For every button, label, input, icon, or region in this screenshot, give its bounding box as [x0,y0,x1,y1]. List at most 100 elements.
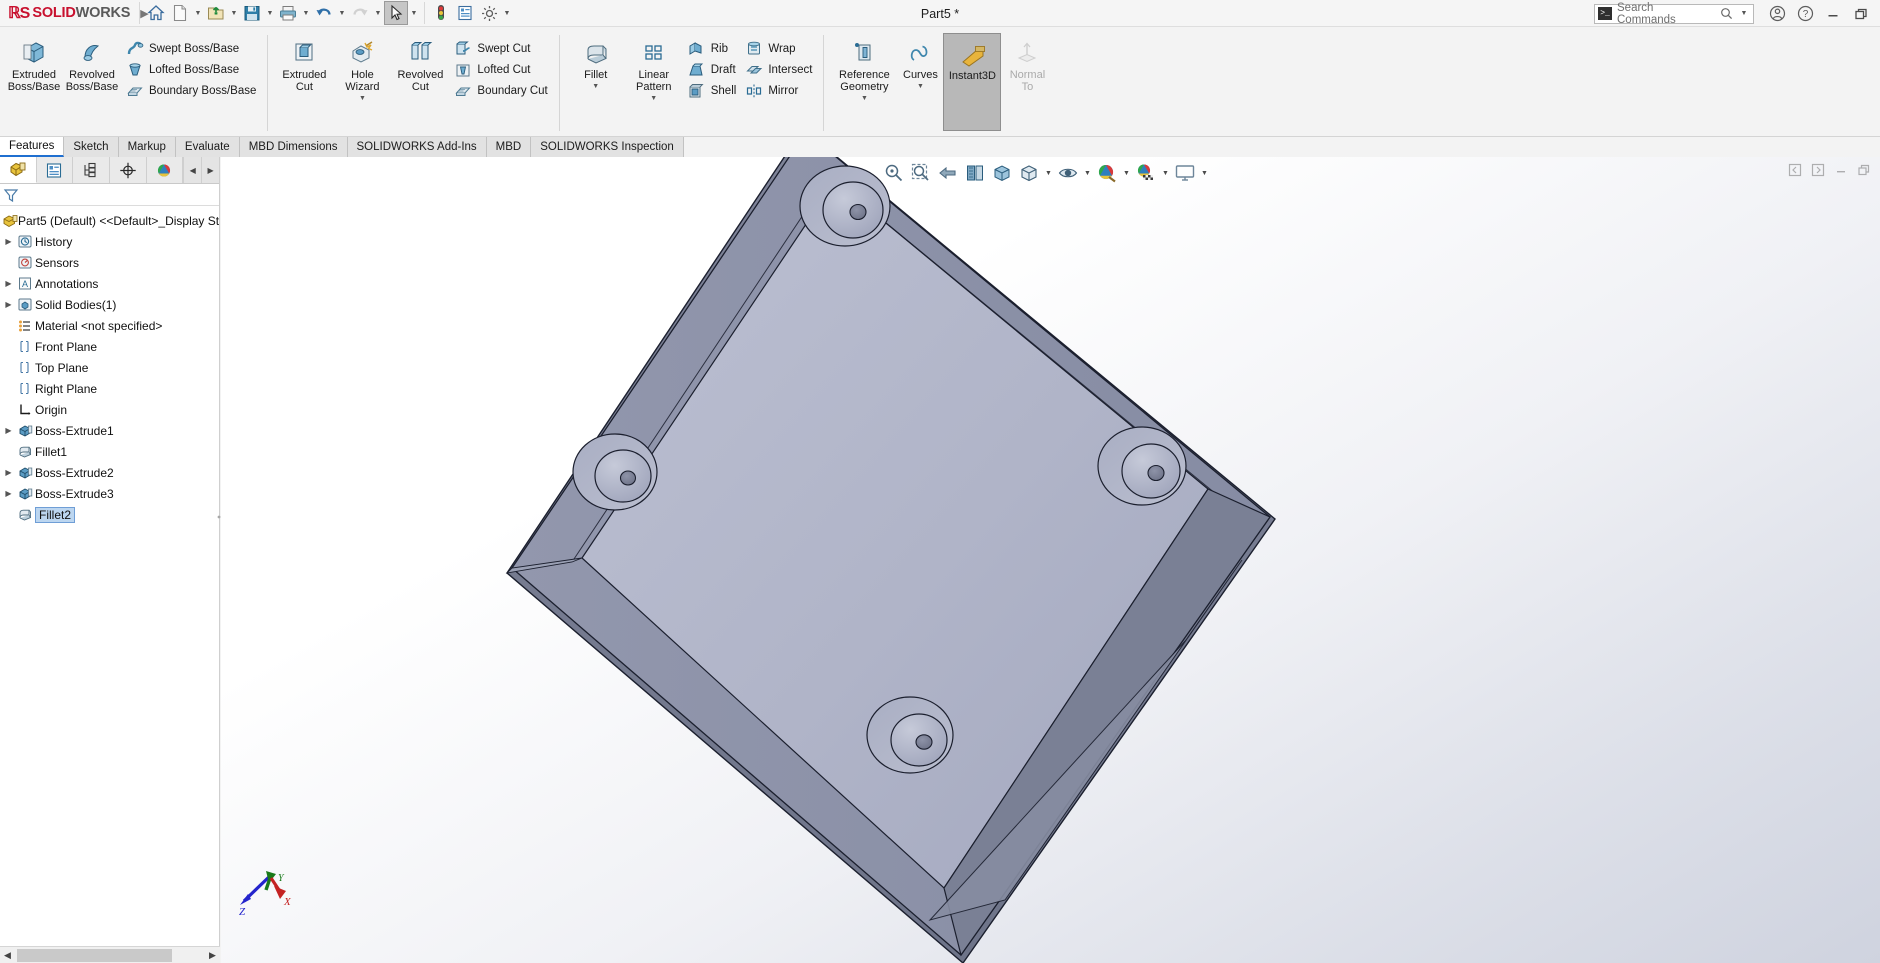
tab-mbd[interactable]: MBD [486,137,532,157]
tree-item-boss-extrude1[interactable]: ▶ Boss-Extrude1 [0,420,219,441]
document-restore-button[interactable] [1854,160,1874,180]
rib-button[interactable]: Rib [683,38,741,59]
save-icon[interactable] [240,1,264,25]
tree-item-history[interactable]: ▶ History [0,231,219,252]
previous-view-button[interactable] [935,160,961,186]
save-dropdown-icon[interactable]: ▼ [264,10,276,17]
print-dropdown-icon[interactable]: ▼ [300,10,312,17]
tree-item-solid-bodies[interactable]: ▶ Solid Bodies(1) [0,294,219,315]
document-next-button[interactable] [1808,160,1828,180]
panel-tab-prev-button[interactable]: ◀ [183,157,202,183]
tree-item-annotations[interactable]: ▶ A Annotations [0,273,219,294]
feature-manager-tab[interactable] [0,157,37,183]
open-folder-dropdown-icon[interactable]: ▼ [228,10,240,17]
reference-geometry-button[interactable]: Reference Geometry ▼ [831,33,897,102]
options-gear-icon[interactable] [477,1,501,25]
redo-dropdown-icon[interactable]: ▼ [372,10,384,17]
minimize-icon[interactable] [1820,2,1846,26]
mirror-button[interactable]: Mirror [740,80,816,101]
document-minimize-button[interactable] [1831,160,1851,180]
tab-sketch[interactable]: Sketch [64,137,119,157]
zoom-to-fit-button[interactable] [881,160,907,186]
reference-geometry-dropdown-icon[interactable]: ▼ [861,95,868,102]
undo-dropdown-icon[interactable]: ▼ [336,10,348,17]
lofted-boss-base-button[interactable]: Lofted Boss/Base [121,59,260,80]
tree-item-material[interactable]: Material <not specified> [0,315,219,336]
extruded-boss-base-button[interactable]: Extruded Boss/Base [5,33,63,93]
hide-show-dropdown-icon[interactable]: ▼ [1082,170,1093,177]
hide-show-items-button[interactable] [1055,160,1081,186]
tab-mbd-dimensions[interactable]: MBD Dimensions [239,137,348,157]
edit-appearance-button[interactable] [1094,160,1120,186]
open-folder-icon[interactable] [204,1,228,25]
select-cursor-icon[interactable] [384,1,408,25]
tree-item-fillet2[interactable]: Fillet2 [0,504,219,525]
select-dropdown-icon[interactable]: ▼ [408,10,420,17]
tree-expander-annotations[interactable]: ▶ [2,279,15,288]
model-3d-view[interactable] [221,157,1880,963]
tree-item-boss-extrude2[interactable]: ▶ Boss-Extrude2 [0,462,219,483]
tree-item-right-plane[interactable]: Right Plane [0,378,219,399]
tab-solidworks-add-ins[interactable]: SOLIDWORKS Add-Ins [347,137,487,157]
redo-icon[interactable] [348,1,372,25]
apply-scene-button[interactable] [1133,160,1159,186]
tree-item-boss-extrude3[interactable]: ▶ Boss-Extrude3 [0,483,219,504]
view-orientation-button[interactable] [989,160,1015,186]
display-style-dropdown-icon[interactable]: ▼ [1043,170,1054,177]
appearance-dropdown-icon[interactable]: ▼ [1121,170,1132,177]
boundary-cut-button[interactable]: Boundary Cut [449,80,551,101]
home-icon[interactable] [144,1,168,25]
fillet-dropdown-icon[interactable]: ▼ [592,83,599,90]
lofted-cut-button[interactable]: Lofted Cut [449,59,551,80]
linear-pattern-dropdown-icon[interactable]: ▼ [650,95,657,102]
configuration-manager-tab[interactable] [73,157,110,183]
undo-icon[interactable] [312,1,336,25]
tree-expander-boss-extrude3[interactable]: ▶ [2,489,15,498]
tree-expander-history[interactable]: ▶ [2,237,15,246]
boundary-boss-base-button[interactable]: Boundary Boss/Base [121,80,260,101]
scroll-track[interactable] [15,948,205,962]
tree-item-part-root[interactable]: Part5 (Default) <<Default>_Display Sta [0,210,219,231]
search-icon[interactable] [1720,7,1733,20]
options-dropdown-icon[interactable]: ▼ [501,10,513,17]
scroll-thumb[interactable] [17,948,172,962]
normal-to-button[interactable]: Normal To [1001,33,1053,93]
hole-wizard-dropdown-icon[interactable]: ▼ [359,95,366,102]
view-settings-button[interactable] [1172,160,1198,186]
display-style-button[interactable] [1016,160,1042,186]
draft-button[interactable]: Draft [683,59,741,80]
tree-item-origin[interactable]: Origin [0,399,219,420]
document-previous-button[interactable] [1785,160,1805,180]
revolved-cut-button[interactable]: Revolved Cut [391,33,449,93]
view-settings-dropdown-icon[interactable]: ▼ [1199,170,1210,177]
shell-button[interactable]: Shell [683,80,741,101]
tree-item-sensors[interactable]: Sensors [0,252,219,273]
new-document-icon[interactable] [168,1,192,25]
file-properties-icon[interactable] [453,1,477,25]
search-input[interactable]: >_ Search Commands ▼ [1594,2,1754,26]
wrap-button[interactable]: Wrap [740,38,816,59]
tab-evaluate[interactable]: Evaluate [175,137,240,157]
property-manager-tab[interactable] [37,157,74,183]
tree-horizontal-scrollbar[interactable]: ◀ ▶ [0,946,220,963]
instant3d-button[interactable]: Instant3D [943,33,1002,131]
fillet-button[interactable]: Fillet ▼ [567,33,625,90]
panel-tab-next-button[interactable]: ▶ [201,157,219,183]
new-document-dropdown-icon[interactable]: ▼ [192,10,204,17]
curves-dropdown-icon[interactable]: ▼ [917,83,924,90]
intersect-button[interactable]: Intersect [740,59,816,80]
tree-expander-boss-extrude2[interactable]: ▶ [2,468,15,477]
user-account-icon[interactable] [1764,2,1790,26]
curves-button[interactable]: Curves ▼ [897,33,943,90]
hole-wizard-button[interactable]: Hole Wizard ▼ [333,33,391,102]
display-manager-tab[interactable] [147,157,184,183]
scroll-left-button[interactable]: ◀ [0,950,15,961]
tree-item-top-plane[interactable]: Top Plane [0,357,219,378]
graphics-viewport[interactable]: ▼ ▼ ▼ ▼ ▼ Z Y X [221,157,1880,963]
scroll-right-button[interactable]: ▶ [205,950,220,961]
help-icon[interactable]: ? [1792,2,1818,26]
tree-item-front-plane[interactable]: Front Plane [0,336,219,357]
tab-markup[interactable]: Markup [118,137,176,157]
tree-expander-solid-bodies[interactable]: ▶ [2,300,15,309]
scene-dropdown-icon[interactable]: ▼ [1160,170,1171,177]
